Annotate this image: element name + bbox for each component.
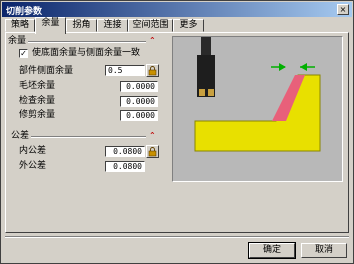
lock-icon (148, 147, 157, 157)
outtol-input[interactable]: 0.0800 (105, 161, 145, 172)
footer-divider (5, 236, 349, 238)
close-button[interactable]: × (337, 4, 349, 15)
tab-connections[interactable]: 连接 (97, 19, 128, 32)
same-floor-side-label: 使底面余量与侧面余量一致 (32, 48, 141, 58)
tool-insert-left (199, 89, 205, 96)
tool-shank (201, 37, 211, 57)
outtol-label: 外公差 (19, 161, 47, 171)
tolerance-group-title: 公差 (11, 131, 30, 141)
check-stock-input[interactable]: 0.0000 (120, 96, 158, 107)
allowance-group-title: 余量 (8, 36, 27, 46)
intol-input[interactable]: 0.0800 (105, 146, 145, 157)
tolerance-collapse-icon[interactable]: ⌃ (149, 132, 156, 140)
tolerance-lock-button[interactable] (146, 145, 159, 158)
tab-containment[interactable]: 空间范围 (128, 19, 173, 32)
intol-label: 内公差 (19, 146, 47, 156)
tab-more[interactable]: 更多 (173, 19, 204, 32)
part-side-stock-input[interactable]: 0.5 (105, 65, 145, 76)
arrow-right-head-icon (279, 63, 286, 71)
tool-insert-right (208, 89, 214, 96)
tolerance-group-divider (31, 136, 146, 138)
window-title: 切削参数 (6, 7, 43, 17)
arrow-left-head-icon (300, 63, 307, 71)
blank-stock-input[interactable]: 0.0000 (120, 81, 158, 92)
stock-preview-illustration (194, 37, 321, 152)
trim-stock-input[interactable]: 0.0000 (120, 110, 158, 121)
lock-icon (148, 66, 157, 76)
same-floor-side-checkbox[interactable]: ✓ (19, 49, 28, 58)
part-side-stock-lock-button[interactable] (146, 64, 159, 77)
tab-corners[interactable]: 拐角 (66, 19, 97, 32)
tab-strategy[interactable]: 策略 (5, 19, 35, 32)
trim-stock-label: 修剪余量 (19, 110, 56, 120)
part-side-stock-label: 部件侧面余量 (19, 66, 74, 76)
ok-button[interactable]: 确定 (248, 242, 296, 259)
title-bar: 切削参数 × (2, 2, 352, 17)
blank-stock-label: 毛坯余量 (19, 81, 56, 91)
tab-stock[interactable]: 余量 (35, 17, 66, 34)
allowance-collapse-icon[interactable]: ⌃ (149, 37, 156, 45)
cutting-parameters-dialog: 切削参数 × 策略 余量 拐角 连接 空间范围 更多 余量 ⌃ ✓ 使底面余量与… (0, 0, 354, 264)
allowance-group-divider (28, 41, 146, 43)
check-mark-icon: ✓ (20, 49, 27, 58)
check-stock-label: 检查余量 (19, 96, 56, 106)
cancel-button[interactable]: 取消 (301, 243, 347, 258)
stock-preview (172, 36, 343, 182)
